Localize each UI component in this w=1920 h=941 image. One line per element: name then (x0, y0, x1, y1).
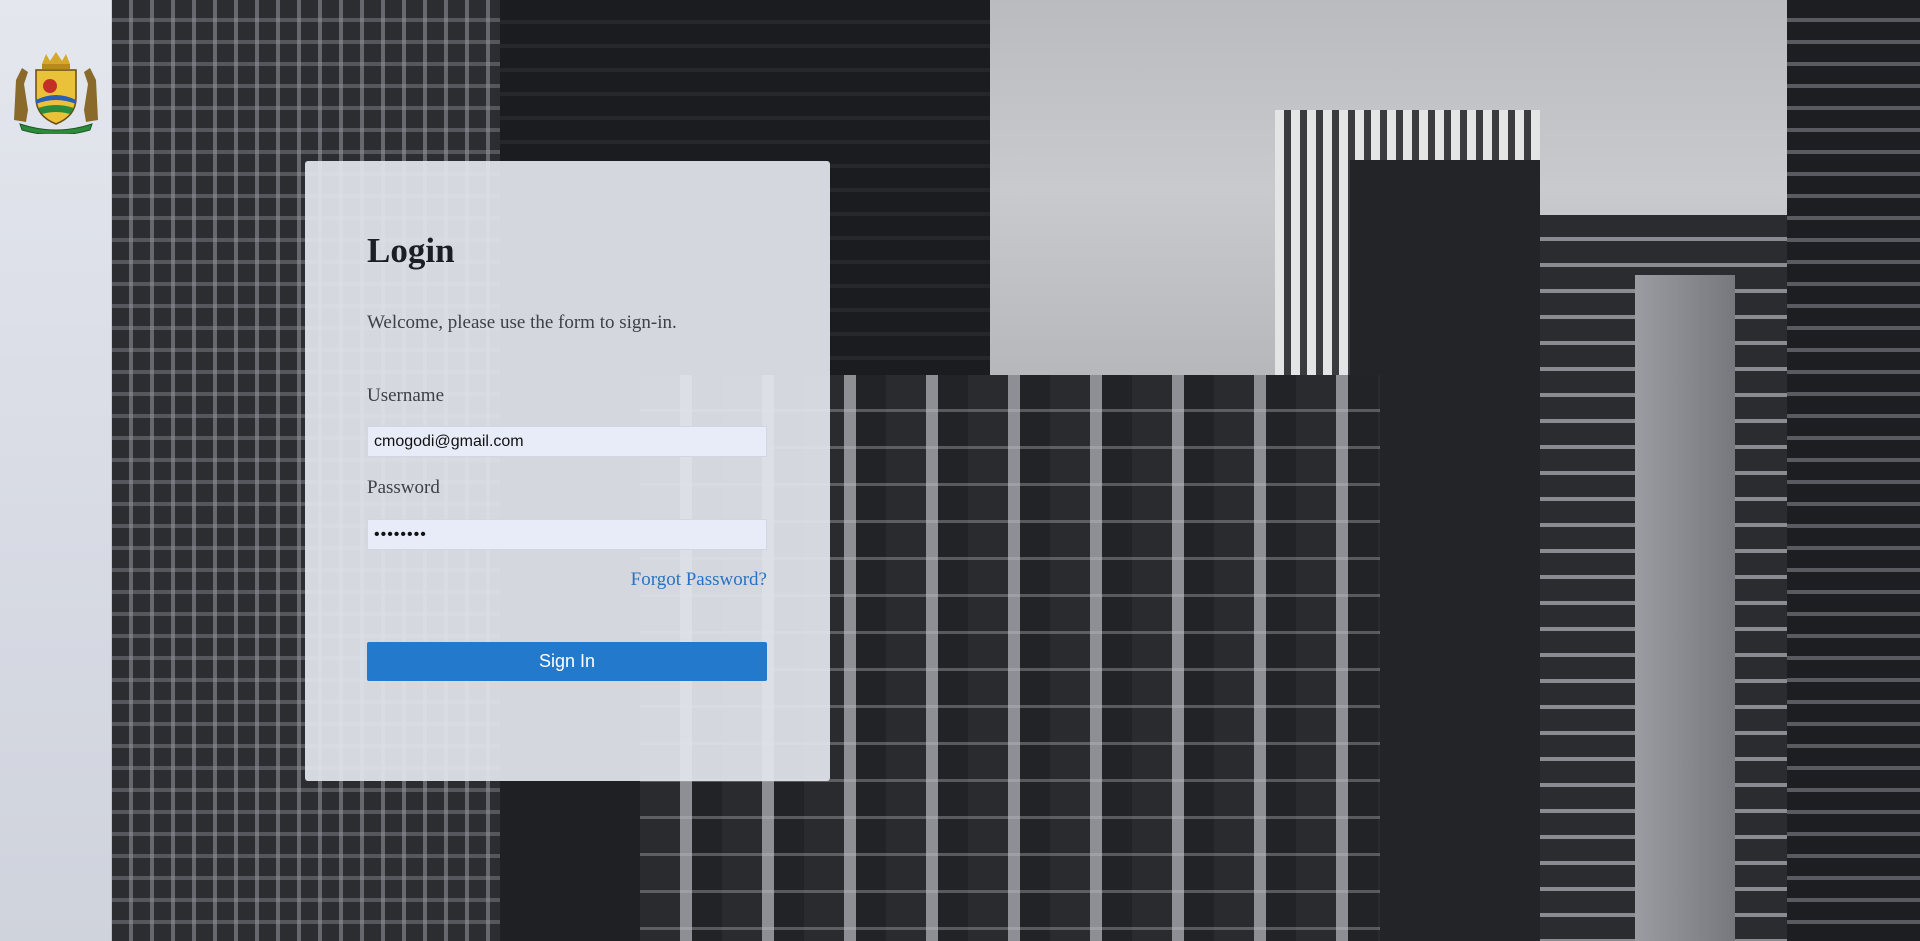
forgot-password-link[interactable]: Forgot Password? (631, 569, 767, 591)
sign-in-button[interactable]: Sign In (367, 642, 767, 681)
background-building (1787, 0, 1920, 941)
background-building (1635, 275, 1735, 941)
username-input[interactable] (367, 426, 767, 457)
welcome-text: Welcome, please use the form to sign-in. (367, 312, 677, 333)
login-card: Login Welcome, please use the form to si… (305, 161, 830, 781)
background-image (0, 0, 1920, 941)
password-label: Password (367, 477, 440, 498)
page-title: Login (367, 231, 455, 270)
username-label: Username (367, 385, 445, 406)
left-sidebar (0, 0, 112, 941)
password-input[interactable] (367, 519, 767, 550)
crest-logo-icon (14, 52, 98, 134)
